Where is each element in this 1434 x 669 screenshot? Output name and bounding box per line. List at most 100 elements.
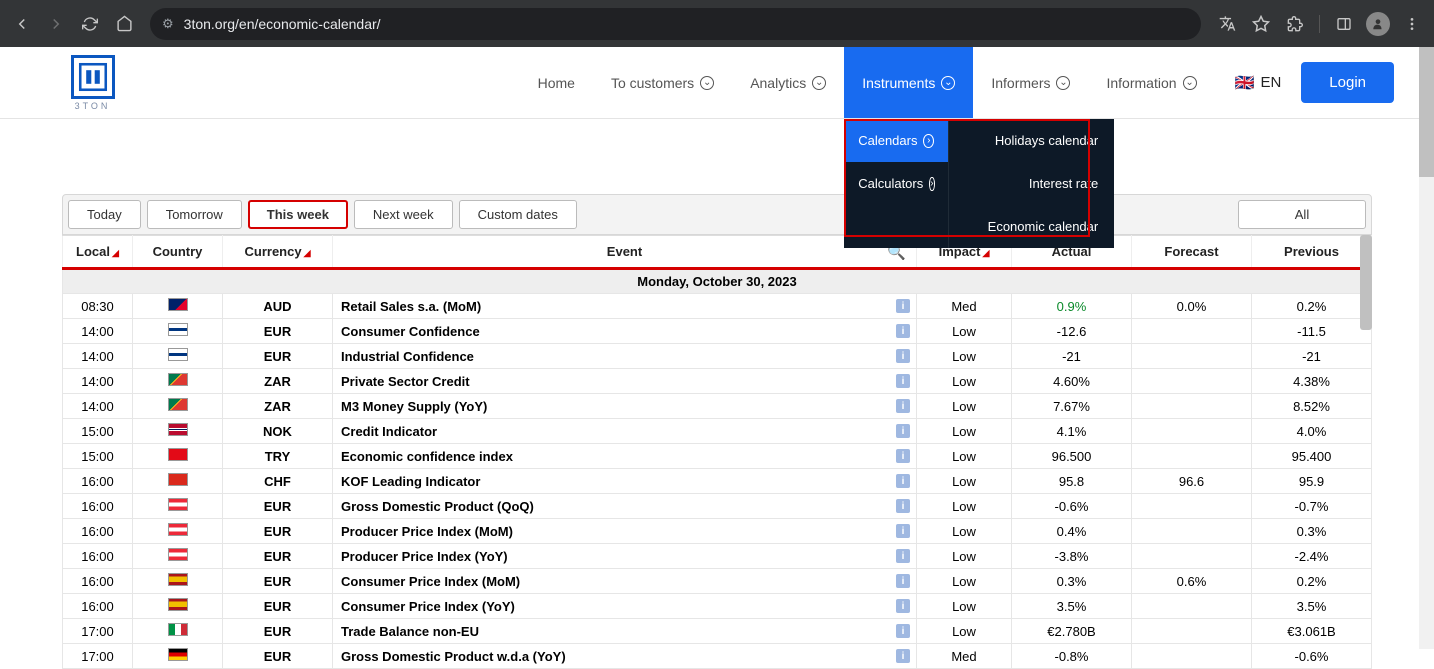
country-flag-icon [168,623,188,636]
table-row[interactable]: 16:00CHFKOF Leading IndicatoriLow95.896.… [63,469,1372,494]
dropdown-calendars[interactable]: Calendars› [844,119,948,162]
cell-previous: 4.0% [1252,419,1372,444]
header-country[interactable]: Country [133,236,223,269]
table-row[interactable]: 08:30AUDRetail Sales s.a. (MoM)iMed0.9%0… [63,294,1372,319]
info-icon[interactable]: i [896,574,910,588]
cell-impact: Low [917,369,1012,394]
sort-icon: ◢ [112,248,119,258]
table-row[interactable]: 16:00EURGross Domestic Product (QoQ)iLow… [63,494,1372,519]
nav-information[interactable]: Information⌄ [1088,47,1214,118]
table-row[interactable]: 16:00EURConsumer Price Index (MoM)iLow0.… [63,569,1372,594]
cell-impact: Low [917,419,1012,444]
dropdown-calculators[interactable]: Calculators› [844,162,948,205]
bookmark-icon[interactable] [1247,10,1275,38]
page-scrollbar-thumb[interactable] [1419,47,1434,177]
info-icon[interactable]: i [896,349,910,363]
table-row[interactable]: 17:00EURTrade Balance non-EUiLow€2.780B€… [63,619,1372,644]
chevron-down-icon: ⌄ [700,76,714,90]
header-previous[interactable]: Previous [1252,236,1372,269]
chevron-right-icon: › [929,177,934,191]
profile-icon[interactable] [1364,10,1392,38]
side-panel-icon[interactable] [1330,10,1358,38]
info-icon[interactable]: i [896,399,910,413]
table-row[interactable]: 14:00ZARPrivate Sector CreditiLow4.60%4.… [63,369,1372,394]
nav-home[interactable]: Home [520,47,593,118]
chevron-right-icon: › [923,134,934,148]
header-event[interactable]: Event🔍 [333,236,917,269]
cell-impact: Low [917,444,1012,469]
info-icon[interactable]: i [896,424,910,438]
cell-previous: -21 [1252,344,1372,369]
table-row[interactable]: 17:00EURGross Domestic Product w.d.a (Yo… [63,644,1372,669]
cell-currency: EUR [223,494,333,519]
table-row[interactable]: 14:00EURIndustrial ConfidenceiLow-21-21 [63,344,1372,369]
cell-time: 16:00 [63,519,133,544]
filter-next-week[interactable]: Next week [354,200,453,229]
header-currency[interactable]: Currency◢ [223,236,333,269]
table-row[interactable]: 14:00ZARM3 Money Supply (YoY)iLow7.67%8.… [63,394,1372,419]
extensions-icon[interactable] [1281,10,1309,38]
info-icon[interactable]: i [896,449,910,463]
cell-event: Private Sector Crediti [333,369,917,394]
menu-icon[interactable] [1398,10,1426,38]
info-icon[interactable]: i [896,549,910,563]
info-icon[interactable]: i [896,474,910,488]
header-forecast[interactable]: Forecast [1132,236,1252,269]
table-row[interactable]: 16:00EURConsumer Price Index (YoY)iLow3.… [63,594,1372,619]
nav-to-customers[interactable]: To customers⌄ [593,47,732,118]
cell-time: 16:00 [63,569,133,594]
table-row[interactable]: 14:00EURConsumer ConfidenceiLow-12.6-11.… [63,319,1372,344]
cell-country [133,544,223,569]
cell-event: Trade Balance non-EUi [333,619,917,644]
cell-forecast [1132,544,1252,569]
country-flag-icon [168,648,188,661]
info-icon[interactable]: i [896,624,910,638]
filter-all[interactable]: All [1238,200,1366,229]
login-button[interactable]: Login [1301,62,1394,103]
filter-row: Today Tomorrow This week Next week Custo… [62,194,1372,235]
header-local[interactable]: Local◢ [63,236,133,269]
cell-impact: Low [917,494,1012,519]
filter-this-week[interactable]: This week [248,200,348,229]
table-row[interactable]: 16:00EURProducer Price Index (YoY)iLow-3… [63,544,1372,569]
table-scrollbar-thumb[interactable] [1360,235,1372,330]
cell-event: KOF Leading Indicatori [333,469,917,494]
language-selector[interactable]: 🇬🇧 EN [1235,73,1282,93]
country-flag-icon [168,423,188,436]
table-header-row: Local◢ Country Currency◢ Event🔍 Impact◢ … [63,236,1372,269]
info-icon[interactable]: i [896,499,910,513]
info-icon[interactable]: i [896,299,910,313]
cell-impact: Low [917,569,1012,594]
nav-analytics[interactable]: Analytics⌄ [732,47,844,118]
site-info-icon[interactable]: ⚙ [162,16,174,32]
back-icon[interactable] [8,10,36,38]
filter-custom-dates[interactable]: Custom dates [459,200,577,229]
dropdown-holidays-calendar[interactable]: Holidays calendar [949,119,1114,162]
cell-currency: EUR [223,569,333,594]
cell-currency: EUR [223,619,333,644]
country-flag-icon [168,323,188,336]
reload-icon[interactable] [76,10,104,38]
info-icon[interactable]: i [896,524,910,538]
address-bar[interactable]: ⚙ 3ton.org/en/economic-calendar/ [150,8,1201,40]
nav-informers[interactable]: Informers⌄ [973,47,1088,118]
filter-tomorrow[interactable]: Tomorrow [147,200,242,229]
page-scrollbar[interactable] [1419,47,1434,649]
dropdown-economic-calendar[interactable]: Economic calendar [949,205,1114,248]
nav-instruments[interactable]: Instruments⌄ Calendars› Calculators› Hol… [844,47,973,118]
home-icon[interactable] [110,10,138,38]
cell-actual: 0.4% [1012,519,1132,544]
table-row[interactable]: 16:00EURProducer Price Index (MoM)iLow0.… [63,519,1372,544]
logo[interactable]: 3TON [60,55,125,111]
info-icon[interactable]: i [896,374,910,388]
table-row[interactable]: 15:00NOKCredit IndicatoriLow4.1%4.0% [63,419,1372,444]
cell-forecast [1132,319,1252,344]
cell-impact: Low [917,594,1012,619]
table-row[interactable]: 15:00TRYEconomic confidence indexiLow96.… [63,444,1372,469]
info-icon[interactable]: i [896,599,910,613]
info-icon[interactable]: i [896,649,910,663]
translate-icon[interactable] [1213,10,1241,38]
filter-today[interactable]: Today [68,200,141,229]
info-icon[interactable]: i [896,324,910,338]
dropdown-interest-rate[interactable]: Interest rate [949,162,1114,205]
